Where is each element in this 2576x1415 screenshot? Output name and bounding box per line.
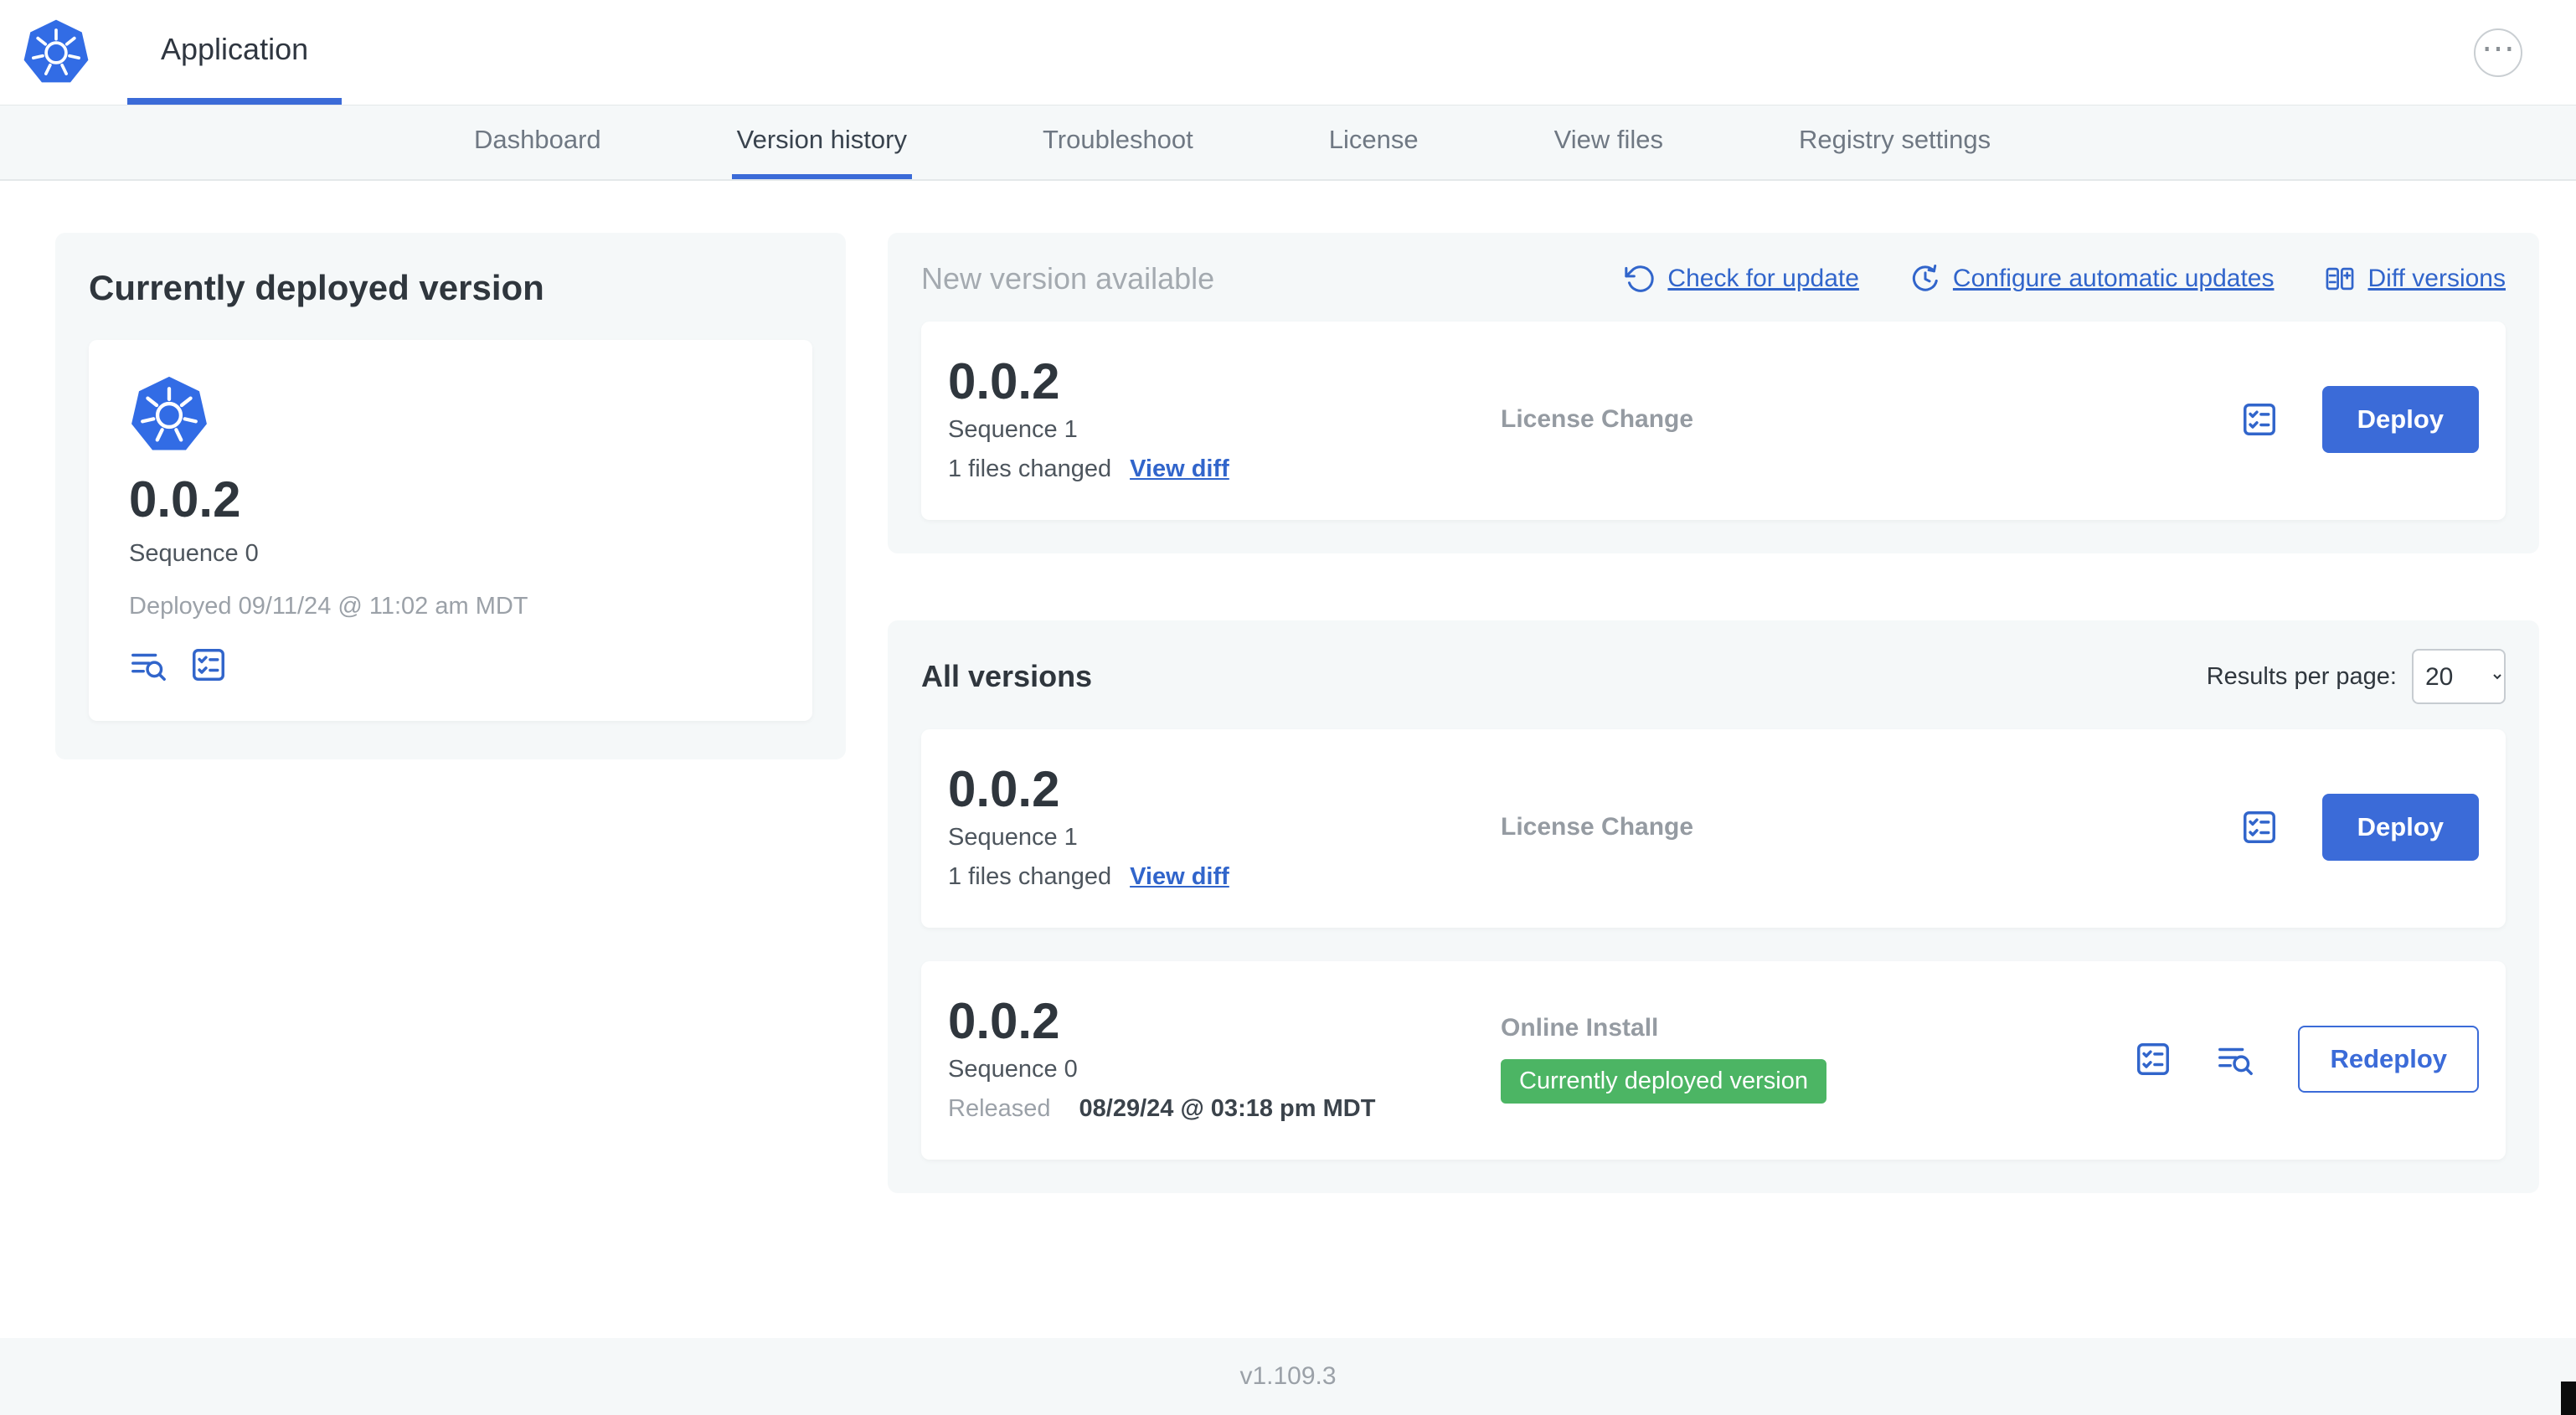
files-changed-line: 1 files changed View diff bbox=[948, 863, 1501, 891]
new-version-heading: New version available bbox=[921, 261, 1215, 296]
version-info: 0.0.2 Sequence 1 1 files changed View di… bbox=[948, 355, 1501, 483]
checklist-icon bbox=[2240, 808, 2279, 846]
version-info: 0.0.2 Sequence 0 Released 08/29/24 @ 03:… bbox=[948, 995, 1501, 1123]
current-version-actions bbox=[129, 646, 772, 684]
diff-table-icon bbox=[2324, 263, 2356, 295]
diff-versions-label: Diff versions bbox=[2367, 265, 2506, 292]
configure-automatic-updates-label: Configure automatic updates bbox=[1952, 265, 2275, 292]
files-changed-text: 1 files changed bbox=[948, 863, 1112, 890]
nav-tab-registry-settings[interactable]: Registry settings bbox=[1794, 105, 1996, 179]
clock-refresh-icon bbox=[1909, 263, 1941, 295]
all-versions-header: All versions Results per page: 20 bbox=[921, 649, 2506, 704]
nav-tab-view-files[interactable]: View files bbox=[1549, 105, 1668, 179]
checklist-icon bbox=[189, 646, 228, 684]
main-content: Currently deployed version 0.0.2 Sequenc… bbox=[0, 181, 2576, 1193]
release-notes-button[interactable] bbox=[2240, 808, 2279, 846]
logs-icon bbox=[2216, 1040, 2254, 1078]
app-nav: Dashboard Version history Troubleshoot L… bbox=[0, 105, 2576, 181]
nav-tab-troubleshoot[interactable]: Troubleshoot bbox=[1038, 105, 1198, 179]
version-source: Online Install Currently deployed versio… bbox=[1501, 1014, 2134, 1104]
files-changed-line: 1 files changed View diff bbox=[948, 455, 1501, 483]
version-row: 0.0.2 Sequence 1 1 files changed View di… bbox=[921, 729, 2506, 928]
version-source: License Change bbox=[1501, 813, 2240, 841]
version-actions: Deploy bbox=[2240, 385, 2479, 453]
released-line: Released 08/29/24 @ 03:18 pm MDT bbox=[948, 1095, 1501, 1123]
nav-tab-license[interactable]: License bbox=[1324, 105, 1424, 179]
tab-application[interactable]: Application bbox=[127, 0, 343, 105]
all-versions-heading: All versions bbox=[921, 659, 1093, 693]
new-version-header: New version available Check for update C… bbox=[921, 261, 2506, 296]
nav-tab-version-history[interactable]: Version history bbox=[731, 105, 912, 179]
released-prefix: Released bbox=[948, 1095, 1051, 1122]
release-notes-button[interactable] bbox=[189, 646, 228, 684]
version-actions: Deploy bbox=[2240, 793, 2479, 861]
view-diff-link[interactable]: View diff bbox=[1130, 455, 1229, 483]
checklist-icon bbox=[2240, 400, 2279, 439]
update-actions: Check for update Configure automatic upd… bbox=[1624, 263, 2506, 295]
check-for-update-label: Check for update bbox=[1667, 265, 1859, 292]
nav-tab-dashboard[interactable]: Dashboard bbox=[469, 105, 606, 179]
diff-versions-link[interactable]: Diff versions bbox=[2324, 263, 2506, 295]
version-sequence: Sequence 1 bbox=[948, 416, 1078, 443]
current-version-card: 0.0.2 Sequence 0 Deployed 09/11/24 @ 11:… bbox=[89, 340, 812, 721]
scrollbar-corner[interactable] bbox=[2561, 1382, 2576, 1415]
top-bar: Application ⋯ bbox=[0, 0, 2576, 105]
ellipsis-icon: ⋯ bbox=[2481, 29, 2515, 67]
files-changed-text: 1 files changed bbox=[948, 455, 1112, 482]
version-number: 0.0.2 bbox=[948, 761, 1060, 817]
release-notes-button[interactable] bbox=[2134, 1040, 2172, 1078]
new-version-card: 0.0.2 Sequence 1 1 files changed View di… bbox=[921, 322, 2506, 520]
version-source: License Change bbox=[1501, 405, 2240, 434]
release-notes-button[interactable] bbox=[2240, 400, 2279, 439]
view-logs-button[interactable] bbox=[129, 646, 167, 684]
version-number: 0.0.2 bbox=[948, 353, 1060, 409]
currently-deployed-heading: Currently deployed version bbox=[89, 268, 544, 307]
source-label: License Change bbox=[1501, 812, 1694, 841]
version-sequence: Sequence 1 bbox=[948, 824, 1078, 851]
all-versions-panel: All versions Results per page: 20 0.0.2 … bbox=[888, 620, 2539, 1193]
results-per-page: Results per page: 20 bbox=[2207, 649, 2506, 704]
logs-icon bbox=[129, 646, 167, 684]
more-menu-button[interactable]: ⋯ bbox=[2474, 28, 2522, 77]
current-version-number: 0.0.2 bbox=[129, 471, 241, 527]
released-date: 08/29/24 @ 03:18 pm MDT bbox=[1079, 1095, 1376, 1122]
currently-deployed-badge: Currently deployed version bbox=[1501, 1059, 1826, 1104]
current-deployed-date: Deployed 09/11/24 @ 11:02 am MDT bbox=[129, 593, 528, 620]
check-for-update-link[interactable]: Check for update bbox=[1624, 263, 1859, 295]
rotate-ccw-icon bbox=[1624, 263, 1656, 295]
version-sequence: Sequence 0 bbox=[948, 1056, 1078, 1083]
view-logs-button[interactable] bbox=[2216, 1040, 2254, 1078]
version-info: 0.0.2 Sequence 1 1 files changed View di… bbox=[948, 763, 1501, 891]
version-actions: Redeploy bbox=[2134, 1025, 2479, 1093]
source-label: License Change bbox=[1501, 404, 1694, 433]
results-per-page-select[interactable]: 20 bbox=[2412, 649, 2506, 704]
configure-automatic-updates-link[interactable]: Configure automatic updates bbox=[1909, 263, 2275, 295]
deploy-button[interactable]: Deploy bbox=[2321, 793, 2479, 861]
version-number: 0.0.2 bbox=[948, 993, 1060, 1049]
deploy-button[interactable]: Deploy bbox=[2321, 385, 2479, 453]
source-label: Online Install bbox=[1501, 1014, 1659, 1042]
redeploy-button[interactable]: Redeploy bbox=[2298, 1025, 2479, 1093]
versions-column: New version available Check for update C… bbox=[888, 233, 2539, 1193]
kubernetes-logo-icon bbox=[129, 375, 209, 455]
version-row: 0.0.2 Sequence 0 Released 08/29/24 @ 03:… bbox=[921, 961, 2506, 1160]
kubernetes-logo-icon bbox=[22, 0, 90, 105]
footer: v1.109.3 bbox=[0, 1338, 2576, 1415]
currently-deployed-panel: Currently deployed version 0.0.2 Sequenc… bbox=[55, 233, 846, 759]
current-sequence: Sequence 0 bbox=[129, 540, 259, 567]
view-diff-link[interactable]: View diff bbox=[1130, 863, 1229, 891]
new-version-panel: New version available Check for update C… bbox=[888, 233, 2539, 553]
results-per-page-label: Results per page: bbox=[2206, 662, 2397, 690]
app-title: Application bbox=[161, 31, 309, 66]
console-version: v1.109.3 bbox=[1239, 1362, 1337, 1390]
checklist-icon bbox=[2134, 1040, 2172, 1078]
